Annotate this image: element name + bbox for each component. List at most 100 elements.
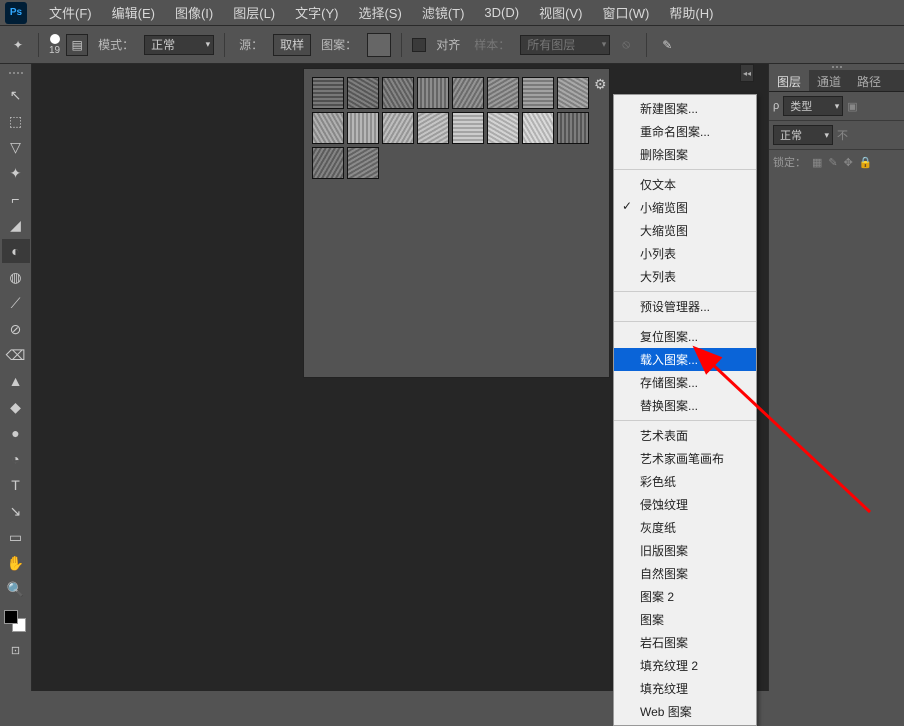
tab-channels[interactable]: 通道 [809,70,849,91]
pattern-thumb[interactable] [312,147,344,179]
menu-filter[interactable]: 滤镜(T) [412,3,475,22]
context-menu-item[interactable]: 重命名图案... [614,120,756,143]
tab-layers[interactable]: 图层 [769,70,809,91]
context-menu-item[interactable]: 填充纹理 [614,677,756,700]
history-brush-tool[interactable]: ⊘ [2,317,30,341]
pattern-thumb[interactable] [452,112,484,144]
pattern-thumb[interactable] [557,77,589,109]
pressure-icon[interactable]: ✎ [657,35,677,55]
context-menu-item[interactable]: 岩石图案 [614,631,756,654]
context-menu-item[interactable]: 填充纹理 2 [614,654,756,677]
tab-paths[interactable]: 路径 [849,70,889,91]
layer-filter-dropdown[interactable]: 类型 [783,96,843,116]
pen-tool[interactable]: ◔ [2,447,30,471]
menu-select[interactable]: 选择(S) [348,3,411,22]
menu-view[interactable]: 视图(V) [529,3,592,22]
magic-wand-tool[interactable]: ✦ [2,161,30,185]
pattern-thumb[interactable] [522,77,554,109]
menu-image[interactable]: 图像(I) [165,3,223,22]
foreground-color[interactable] [4,610,18,624]
tool-preset-icon[interactable]: ✦ [8,35,28,55]
crop-tool[interactable]: ⌐ [2,187,30,211]
context-menu-item[interactable]: Web 图案 [614,700,756,723]
zoom-tool[interactable]: 🔍 [2,577,30,601]
gradient-tool[interactable]: ▲ [2,369,30,393]
context-menu-item[interactable]: 替换图案... [614,394,756,417]
rectangle-tool[interactable]: ▭ [2,525,30,549]
pattern-thumb[interactable] [487,112,519,144]
hand-tool[interactable]: ✋ [2,551,30,575]
context-menu-item[interactable]: 彩色纸 [614,470,756,493]
lock-pixels-icon[interactable]: ✎ [828,156,837,169]
context-menu-item[interactable]: 灰度纸 [614,516,756,539]
color-swatches[interactable] [4,610,26,632]
sample-dropdown[interactable]: 所有图层 [520,35,610,55]
mode-dropdown[interactable]: 正常 [144,35,214,55]
clone-stamp-tool[interactable]: ⟋ [2,291,30,315]
menu-layer[interactable]: 图层(L) [223,3,285,22]
lasso-tool[interactable]: ▽ [2,135,30,159]
toolbox-grip[interactable] [0,72,31,78]
context-menu-item[interactable]: 侵蚀纹理 [614,493,756,516]
pattern-thumb[interactable] [557,112,589,144]
lock-transparency-icon[interactable]: ▦ [812,156,822,169]
eyedropper-tool[interactable]: ◢ [2,213,30,237]
pattern-thumb[interactable] [347,112,379,144]
type-tool[interactable]: T [2,473,30,497]
context-menu-item[interactable]: 旧版图案 [614,539,756,562]
blur-tool[interactable]: ◆ [2,395,30,419]
collapsed-panel-strip[interactable]: ◂◂ [740,64,754,82]
brush-panel-toggle[interactable]: ▤ [66,34,88,56]
lock-position-icon[interactable]: ✥ [844,156,853,169]
pattern-thumb[interactable] [382,77,414,109]
pattern-thumb[interactable] [312,77,344,109]
context-menu-item[interactable]: 图案 2 [614,585,756,608]
pattern-picker-gear-icon[interactable]: ⚙ [594,76,607,93]
menu-edit[interactable]: 编辑(E) [102,3,165,22]
context-menu-item[interactable]: 预设管理器... [614,295,756,318]
quick-mask-toggle[interactable]: ⊡ [2,638,30,662]
menu-window[interactable]: 窗口(W) [592,3,659,22]
context-menu-item[interactable]: 艺术表面 [614,424,756,447]
brush-preset[interactable]: 19 [49,34,60,56]
pattern-thumb[interactable] [417,77,449,109]
context-menu-item[interactable]: 载入图案... [614,348,756,371]
context-menu-item[interactable]: 仅文本 [614,173,756,196]
context-menu-item[interactable]: 存储图案... [614,371,756,394]
pattern-thumb[interactable] [487,77,519,109]
pattern-thumb[interactable] [312,112,344,144]
filter-image-icon[interactable]: ▣ [847,100,857,113]
menu-help[interactable]: 帮助(H) [659,3,723,22]
pattern-thumb[interactable] [347,147,379,179]
context-menu-item[interactable]: 艺术家画笔画布 [614,447,756,470]
ignore-adjustment-icon[interactable]: ⦸ [616,35,636,55]
pattern-thumb[interactable] [522,112,554,144]
eraser-tool[interactable]: ⌫ [2,343,30,367]
menu-file[interactable]: 文件(F) [39,3,102,22]
aligned-checkbox[interactable] [412,38,426,52]
blend-mode-dropdown[interactable]: 正常 [773,125,833,145]
lock-all-icon[interactable]: 🔒 [859,156,873,169]
context-menu-item[interactable]: 小列表 [614,242,756,265]
context-menu-item[interactable]: 大缩览图 [614,219,756,242]
context-menu-item[interactable]: 新建图案... [614,97,756,120]
context-menu-item[interactable]: 自然图案 [614,562,756,585]
healing-brush-tool[interactable]: ◐ [2,239,30,263]
path-selection-tool[interactable]: ↘ [2,499,30,523]
pattern-thumb[interactable] [347,77,379,109]
marquee-tool[interactable]: ⬚ [2,109,30,133]
pattern-thumb[interactable] [382,112,414,144]
menu-type[interactable]: 文字(Y) [285,3,348,22]
pattern-swatch[interactable] [367,33,391,57]
dodge-tool[interactable]: ● [2,421,30,445]
context-menu-item[interactable]: 大列表 [614,265,756,288]
context-menu-item[interactable]: 删除图案 [614,143,756,166]
context-menu-item[interactable]: 小缩览图✓ [614,196,756,219]
pattern-thumb[interactable] [452,77,484,109]
brush-tool[interactable]: ◍ [2,265,30,289]
move-tool[interactable]: ↖ [2,83,30,107]
context-menu-item[interactable]: 复位图案... [614,325,756,348]
pattern-thumb[interactable] [417,112,449,144]
menu-3d[interactable]: 3D(D) [474,5,529,20]
source-sample-button[interactable]: 取样 [273,34,311,56]
